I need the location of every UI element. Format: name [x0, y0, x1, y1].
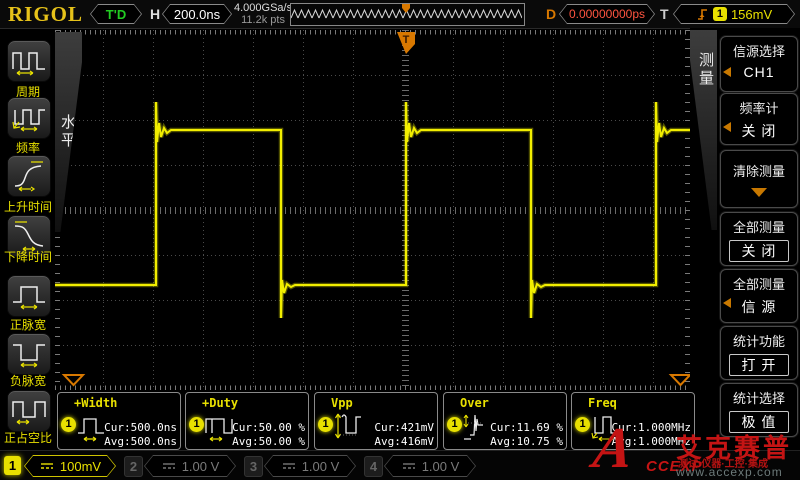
menu-statistic-select[interactable]: 统计选择 极 值	[720, 383, 798, 437]
plus-width-icon	[77, 413, 107, 443]
left-arrow-icon	[723, 298, 731, 308]
dc-coupling-icon	[401, 461, 417, 471]
measurement-panel-pwidth: +Width 1 Cur:500.0nsAvg:500.0ns Min:500.…	[57, 392, 181, 450]
measurement-panel-freq: Freq 1 Cur:1.000MHzAvg:1.000MHz Min:1.00…	[571, 392, 695, 450]
sidebar-item-positive-duty[interactable]	[7, 390, 51, 432]
positive-duty-icon	[11, 395, 47, 427]
sample-rate: 4.000GSa/s 11.2k pts	[234, 2, 292, 26]
trigger-status-badge: T'D	[90, 4, 142, 24]
measure-menu-panel: 测量 信源选择 CH1 频率计 关 闭 清除测量 全部测量 关 闭 全部测量 信…	[690, 28, 800, 452]
left-arrow-icon	[723, 67, 731, 77]
measurement-panel-overshoot: Over 1 Cur:11.69 %Avg:10.75 % Min:8.086 …	[443, 392, 567, 450]
trigger-position-marker: T	[397, 32, 415, 54]
trigger-info-display[interactable]: 1 156mV	[673, 4, 795, 24]
sidebar-item-rise-time[interactable]	[7, 155, 51, 197]
dc-coupling-icon	[281, 461, 297, 471]
left-offscreen-arrow-icon	[64, 375, 83, 385]
trigger-label: T	[660, 6, 669, 22]
negative-width-icon	[11, 338, 47, 370]
menu-source-select[interactable]: 信源选择 CH1	[720, 36, 798, 92]
period-icon	[11, 45, 47, 77]
graticule-and-trace: T	[55, 30, 690, 390]
measurement-panel-pduty: +Duty 1 Cur:50.00 %Avg:50.00 % Min:50.00…	[185, 392, 309, 450]
sidebar-item-positive-width[interactable]	[7, 275, 51, 317]
vpp-icon	[334, 411, 364, 443]
channel-1-badge: 1	[318, 417, 333, 432]
sidebar-item-frequency[interactable]	[7, 97, 51, 139]
plus-duty-icon	[205, 413, 235, 443]
tab-measure[interactable]: 测量	[690, 30, 717, 230]
menu-statistic-function[interactable]: 统计功能 打 开	[720, 326, 798, 380]
channel-status-bar: 1 100mV 2 1.00 V	[0, 450, 800, 480]
rising-edge-icon	[696, 7, 709, 21]
channel-1-badge: 1	[189, 417, 204, 432]
memory-waveform-icon	[291, 4, 522, 23]
timebase-display[interactable]: 200.0ns	[162, 4, 232, 24]
top-status-bar: RIGOL T'D H 200.0ns 4.000GSa/s 11.2k pts	[0, 0, 800, 29]
rigol-logo: RIGOL	[8, 2, 83, 27]
left-arrow-icon	[723, 122, 731, 132]
frequency-icon	[11, 102, 47, 134]
down-arrow-icon	[751, 188, 767, 197]
channel-1-badge: 1	[447, 417, 462, 432]
measurement-panel-vpp: Vpp 1 Cur:421mVAvg:416mV Min:403mVMax:43…	[314, 392, 438, 450]
delay-label: D	[546, 6, 556, 22]
dc-coupling-icon	[39, 461, 55, 471]
horizontal-label: H	[150, 6, 160, 22]
rise-time-icon	[11, 160, 47, 192]
sidebar-item-negative-width[interactable]	[7, 333, 51, 375]
channel-1-badge: 1	[61, 417, 76, 432]
channel-1-badge: 1	[575, 417, 590, 432]
right-offscreen-arrow-icon	[671, 375, 690, 385]
menu-all-measure-source[interactable]: 全部测量 信 源	[720, 269, 798, 323]
menu-frequency-counter[interactable]: 频率计 关 闭	[720, 93, 798, 145]
svg-text:T: T	[403, 34, 410, 46]
dc-coupling-icon	[161, 461, 177, 471]
menu-clear-measure[interactable]: 清除测量	[720, 150, 798, 208]
oscilloscope-screen: RIGOL T'D H 200.0ns 4.000GSa/s 11.2k pts	[0, 0, 800, 480]
delay-display[interactable]: 0.00000000ps	[559, 4, 655, 24]
sidebar-item-period[interactable]	[7, 40, 51, 82]
memory-waveform-strip[interactable]	[290, 3, 525, 26]
waveform-display-area: T 水平	[55, 30, 690, 390]
overshoot-icon	[463, 411, 493, 443]
positive-width-icon	[11, 280, 47, 312]
trigger-channel-badge: 1	[713, 7, 727, 21]
menu-all-measure-switch[interactable]: 全部测量 关 闭	[720, 212, 798, 266]
